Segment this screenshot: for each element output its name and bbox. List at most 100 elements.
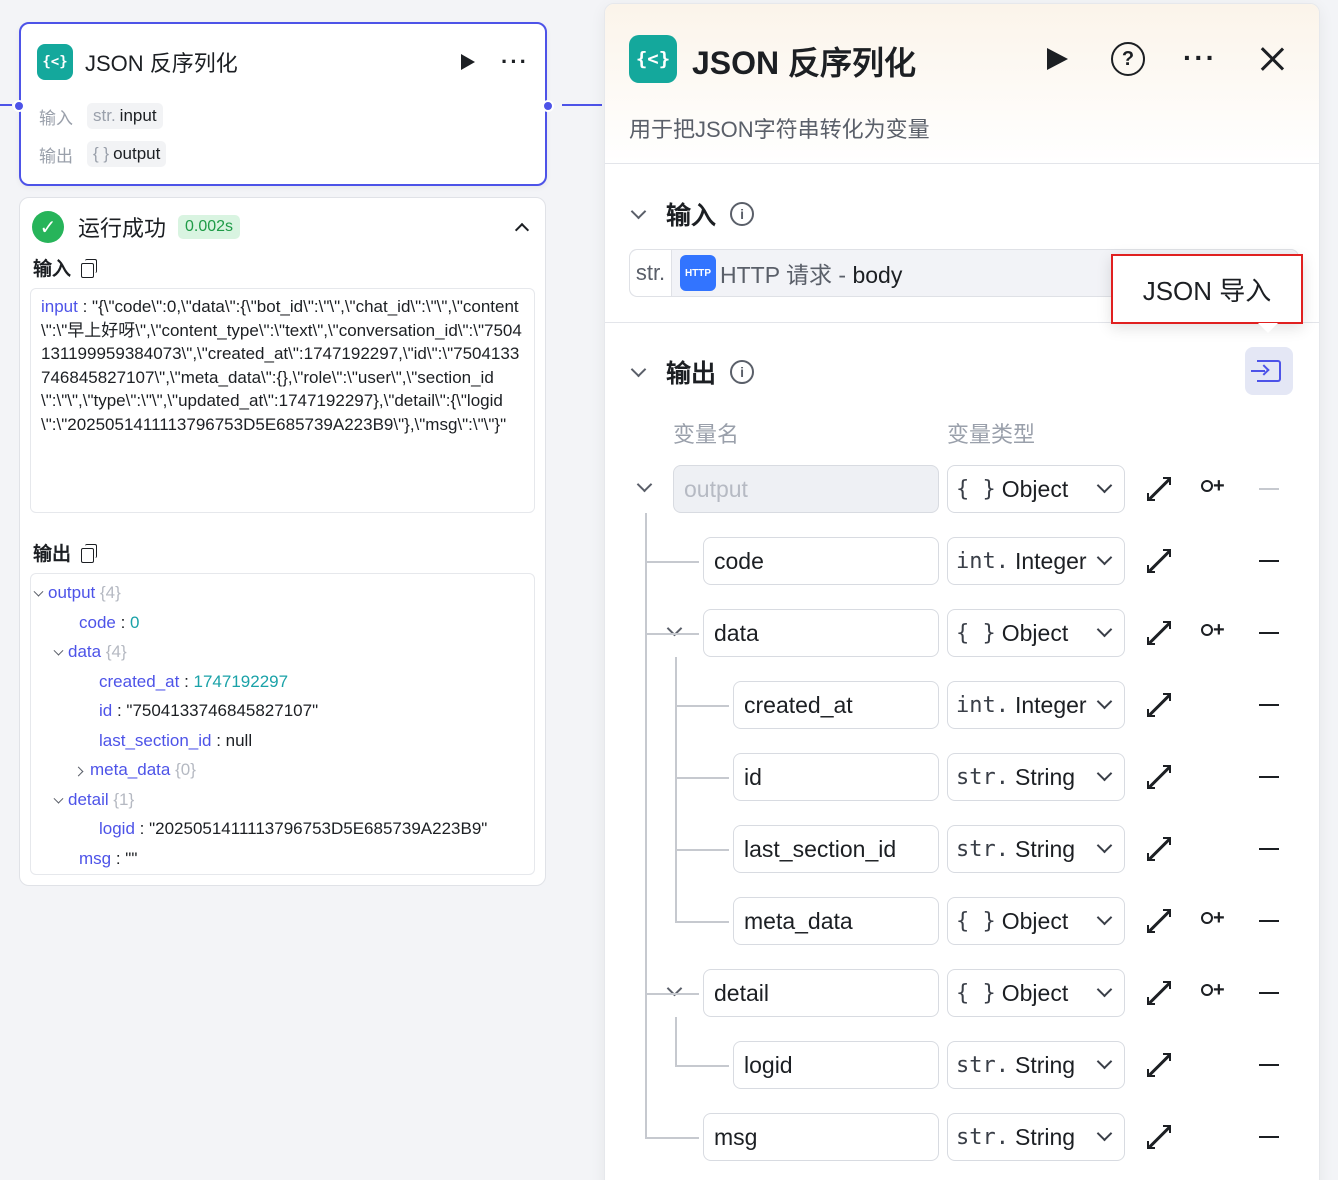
add-child-icon[interactable]: + [1201,619,1225,642]
chevron-down-icon[interactable] [53,645,64,656]
remove-field-icon[interactable] [1259,776,1279,778]
field-type-select[interactable]: int. Integer [947,681,1125,729]
remove-field-icon[interactable] [1259,992,1279,994]
tree-connector [645,633,699,635]
field-name-input[interactable]: created_at [733,681,939,729]
collapse-chevron-icon[interactable] [514,222,530,238]
input-port[interactable] [13,100,25,112]
expand-icon[interactable] [1147,1125,1171,1149]
output-var-tag: { } output [87,141,167,167]
chevron-right-icon[interactable] [73,766,84,777]
add-child-icon[interactable]: + [1201,475,1225,498]
object-type-icon: { } [93,144,110,163]
expand-icon[interactable] [1147,549,1171,573]
expand-icon[interactable] [1147,909,1171,933]
remove-field-icon[interactable] [1259,560,1279,562]
output-port[interactable] [542,100,554,112]
input-section-header[interactable]: 输入 i [630,196,755,232]
copy-icon[interactable] [81,258,98,278]
more-icon[interactable]: ··· [1183,44,1217,72]
field-type-label: Object [1001,979,1069,1006]
chevron-down-icon[interactable] [630,361,647,377]
expand-arrow [1147,709,1155,717]
field-name-input[interactable]: code [703,537,939,585]
tree-value: null [225,730,253,750]
field-type-select[interactable]: str. String [947,1041,1125,1089]
field-type-select[interactable]: { } Object [947,969,1125,1017]
field-name-input[interactable]: data [703,609,939,657]
field-type-select[interactable]: str. String [947,753,1125,801]
remove-field-icon[interactable] [1259,704,1279,706]
add-child-icon[interactable]: + [1201,979,1225,1002]
run-status: 运行成功 [78,216,167,241]
chevron-down-icon[interactable] [33,586,44,597]
field-name-input[interactable]: last_section_id [733,825,939,873]
field-name-input[interactable]: msg [703,1113,939,1161]
string-type-icon: str. [956,1052,1009,1078]
import-icon [1251,360,1281,382]
add-child-icon[interactable]: + [1201,907,1225,930]
success-check-icon: ✓ [32,211,64,243]
remove-field-icon[interactable] [1259,1064,1279,1066]
json-import-tooltip: JSON 导入 [1111,254,1303,324]
string-type-icon: str. [93,106,116,125]
play-icon[interactable] [1047,48,1068,70]
input-var-name: input [119,106,157,125]
http-request-icon: HTTP [680,255,716,291]
add-child-circle [1201,984,1213,996]
tree-node[interactable]: detail {1} [53,785,134,814]
tree-node[interactable]: meta_data {0} [73,755,196,784]
expand-icon[interactable] [1147,765,1171,789]
remove-field-icon[interactable] [1259,1136,1279,1138]
expand-icon[interactable] [1147,621,1171,645]
expand-icon[interactable] [1147,1053,1171,1077]
expand-arrow [1163,909,1171,917]
chevron-down-icon[interactable] [630,203,647,219]
play-icon[interactable] [461,54,476,70]
integer-type-icon: int. [956,692,1009,718]
input-key: input [41,297,78,316]
json-import-button[interactable] [1245,347,1293,395]
expand-arrow [1163,1053,1171,1061]
field-type-select[interactable]: str. String [947,825,1125,873]
info-icon[interactable]: i [730,360,755,384]
copy-icon[interactable] [81,543,98,563]
field-name-input[interactable]: meta_data [733,897,939,945]
remove-field-icon[interactable] [1259,848,1279,850]
field-type-select[interactable]: { } Object [947,465,1125,513]
close-icon[interactable] [1259,46,1285,72]
string-type-icon: str. [630,250,672,296]
field-name-input[interactable]: detail [703,969,939,1017]
more-icon[interactable]: ··· [501,51,529,73]
chevron-down-icon[interactable] [53,793,64,804]
tree-count: {4} [95,583,121,602]
field-type-select[interactable]: { } Object [947,609,1125,657]
tree-node[interactable]: data {4} [53,637,127,666]
info-icon[interactable]: i [730,202,755,226]
tree-connector [645,1137,699,1139]
expand-icon[interactable] [1147,693,1171,717]
chevron-down-icon [1096,1125,1113,1142]
expand-icon[interactable] [1147,837,1171,861]
add-child-circle [1201,912,1213,924]
field-type-select[interactable]: { } Object [947,897,1125,945]
field-type-select[interactable]: int. Integer [947,537,1125,585]
tree-node[interactable]: output {4} [33,578,121,607]
output-section-header[interactable]: 输出 i [630,354,755,390]
field-type-label: String [1014,763,1076,790]
field-type-select[interactable]: str. String [947,1113,1125,1161]
help-icon[interactable]: ? [1111,42,1145,76]
output-var-name: output [113,144,161,163]
input-var-tag: str. input [87,103,163,129]
string-type-icon: str. [956,836,1009,862]
remove-field-icon[interactable] [1259,920,1279,922]
field-name-input[interactable]: id [733,753,939,801]
expand-icon[interactable] [1147,981,1171,1005]
workflow-node-card[interactable]: {<} JSON 反序列化 ··· 输入 str. input 输出 { } o… [13,22,554,186]
field-name-input[interactable]: logid [733,1041,939,1089]
run-result-card: ✓ 运行成功 0.002s 输入 input : "{\"code\":0,\"… [19,197,546,886]
tree-key: meta_data [90,760,171,779]
expand-icon[interactable] [1147,477,1171,501]
remove-field-icon[interactable] [1259,632,1279,634]
chevron-down-icon[interactable] [636,476,653,493]
